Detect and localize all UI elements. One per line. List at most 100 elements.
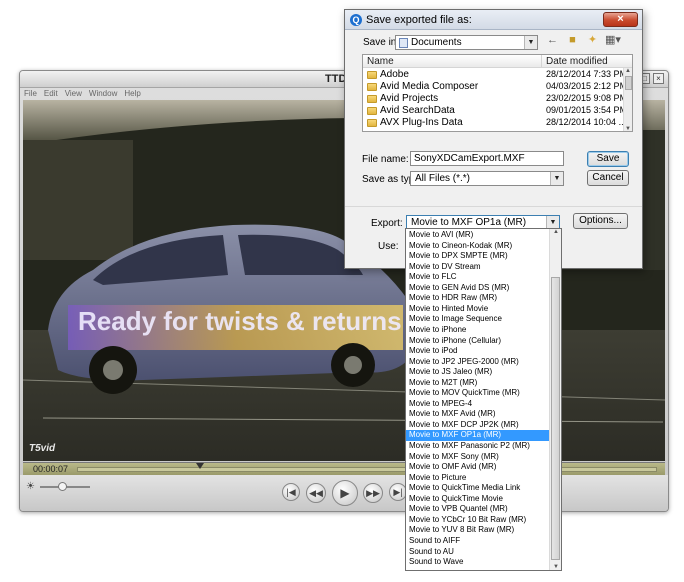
export-option[interactable]: Movie to Image Sequence <box>406 314 549 325</box>
save-in-select[interactable]: Documents ▼ <box>395 35 538 50</box>
save-as-type-select[interactable]: All Files (*.*) ▼ <box>410 171 564 186</box>
player-menubar: File Edit View Window Help <box>24 89 141 100</box>
options-button[interactable]: Options... <box>573 213 628 229</box>
export-option[interactable]: Movie to FLC <box>406 272 549 283</box>
export-option[interactable]: Movie to VPB Quantel (MR) <box>406 504 549 515</box>
export-option[interactable]: Movie to iPod <box>406 346 549 357</box>
file-date: 04/03/2015 2:12 PM <box>546 81 628 91</box>
export-option[interactable]: Movie to MXF Sony (MR) <box>406 452 549 463</box>
dialog-titlebar[interactable]: Q Save exported file as: × <box>345 10 642 30</box>
file-name-input[interactable]: SonyXDCamExport.MXF <box>410 151 564 166</box>
export-option[interactable]: Movie to JS Jaleo (MR) <box>406 367 549 378</box>
file-name: Avid Projects <box>380 93 439 104</box>
export-option[interactable]: Movie to MXF OP1a (MR) <box>406 430 549 441</box>
export-option[interactable]: Movie to iPhone (Cellular) <box>406 336 549 347</box>
folder-icon <box>367 107 377 115</box>
volume-knob[interactable] <box>58 482 67 491</box>
export-option[interactable]: Movie to iPhone <box>406 325 549 336</box>
menu-help[interactable]: Help <box>124 89 140 100</box>
file-name: AVX Plug-Ins Data <box>380 117 463 128</box>
list-item[interactable]: Adobe 28/12/2014 7:33 PM <box>363 69 628 81</box>
scroll-down-icon[interactable]: ▼ <box>625 126 631 131</box>
export-option[interactable]: Movie to GEN Avid DS (MR) <box>406 283 549 294</box>
column-name[interactable]: Name <box>367 56 394 67</box>
export-option[interactable]: Movie to OMF Avid (MR) <box>406 462 549 473</box>
export-option[interactable]: Movie to YUV 8 Bit Raw (MR) <box>406 525 549 536</box>
export-option[interactable]: Movie to DV Stream <box>406 262 549 273</box>
video-ad-text: Ready for twists & returns <box>78 306 402 336</box>
go-to-start-icon[interactable]: |◀ <box>282 483 300 501</box>
export-option[interactable]: Movie to MXF Panasonic P2 (MR) <box>406 441 549 452</box>
column-date[interactable]: Date modified <box>546 56 608 67</box>
list-header: Name Date modified <box>363 55 632 68</box>
new-folder-icon[interactable]: ✦ <box>585 34 600 47</box>
timecode-display: 00:00:07 <box>33 464 69 474</box>
file-name: Adobe <box>380 69 409 80</box>
folder-icon <box>367 95 377 103</box>
menu-file[interactable]: File <box>24 89 37 100</box>
file-date: 09/01/2015 3:54 PM <box>546 105 628 115</box>
menu-edit[interactable]: Edit <box>44 89 58 100</box>
export-option[interactable]: Movie to Hinted Movie <box>406 304 549 315</box>
list-item[interactable]: AVX Plug-Ins Data 28/12/2014 10:04 ... <box>363 117 626 129</box>
export-option[interactable]: Movie to DPX SMPTE (MR) <box>406 251 549 262</box>
export-option[interactable]: Movie to M2T (MR) <box>406 378 549 389</box>
export-dropdown-list[interactable]: Movie to AVI (MR) Movie to Cineon-Kodak (… <box>405 228 562 571</box>
play-icon[interactable]: ▶ <box>332 480 358 506</box>
chevron-down-icon[interactable]: ▼ <box>550 172 563 185</box>
save-button[interactable]: Save <box>587 151 629 167</box>
up-folder-icon[interactable]: ■ <box>565 34 580 47</box>
scroll-thumb[interactable] <box>551 277 560 560</box>
menu-view[interactable]: View <box>65 89 82 100</box>
dialog-title: Save exported file as: <box>366 14 472 26</box>
export-label: Export: <box>371 218 403 229</box>
file-date: 28/12/2014 7:33 PM <box>546 69 628 79</box>
chevron-down-icon[interactable]: ▼ <box>524 36 537 49</box>
export-option[interactable]: Movie to QuickTime Movie <box>406 494 549 505</box>
quicktime-icon: Q <box>350 14 362 26</box>
export-option[interactable]: Movie to HDR Raw (MR) <box>406 293 549 304</box>
documents-icon <box>399 38 408 48</box>
export-option[interactable]: Movie to Cineon-Kodak (MR) <box>406 241 549 252</box>
export-option[interactable]: Movie to MXF DCP JP2K (MR) <box>406 420 549 431</box>
rewind-icon[interactable]: ◀◀ <box>306 483 326 503</box>
file-name: Avid SearchData <box>380 105 455 116</box>
export-option[interactable]: Sound to AU <box>406 547 549 558</box>
volume-icon[interactable]: ☀ <box>26 481 35 492</box>
list-item[interactable]: Avid Projects 23/02/2015 9:08 PM <box>363 93 627 105</box>
export-option[interactable]: Movie to JP2 JPEG-2000 (MR) <box>406 357 549 368</box>
scroll-thumb[interactable] <box>625 76 632 90</box>
file-list-scrollbar[interactable]: ▲ ▼ <box>623 68 632 131</box>
list-item[interactable]: Avid SearchData 09/01/2015 3:54 PM <box>363 105 628 117</box>
back-arrow-icon[interactable]: ← <box>545 34 560 47</box>
view-menu-icon[interactable]: ▦▾ <box>605 34 621 47</box>
export-value: Movie to MXF OP1a (MR) <box>411 217 527 228</box>
fast-forward-icon[interactable]: ▶▶ <box>363 483 383 503</box>
export-option[interactable]: Movie to Picture <box>406 473 549 484</box>
menu-window[interactable]: Window <box>89 89 117 100</box>
close-button[interactable]: × <box>603 12 638 27</box>
file-name: Avid Media Composer <box>380 81 479 92</box>
export-option[interactable]: Movie to AVI (MR) <box>406 230 549 241</box>
export-option[interactable]: Movie to MOV QuickTime (MR) <box>406 388 549 399</box>
video-logo: T5vid <box>29 443 56 454</box>
export-option[interactable]: Sound to Wave <box>406 557 549 568</box>
scroll-up-icon[interactable]: ▲ <box>625 68 631 74</box>
export-option[interactable]: Movie to YCbCr 10 Bit Raw (MR) <box>406 515 549 526</box>
close-icon[interactable]: × <box>653 73 664 84</box>
scroll-down-icon[interactable]: ▼ <box>553 564 559 570</box>
dialog-toolbar: ← ■ ✦ ▦▾ <box>545 34 621 47</box>
export-option[interactable]: Movie to QuickTime Media Link <box>406 483 549 494</box>
column-divider[interactable] <box>541 55 542 68</box>
timeline-track[interactable] <box>77 463 657 472</box>
export-option[interactable]: Sound to AIFF <box>406 536 549 547</box>
list-item[interactable]: Avid Media Composer 04/03/2015 2:12 PM <box>363 81 628 93</box>
file-list[interactable]: Name Date modified Adobe 28/12/2014 7:33… <box>362 54 633 132</box>
export-option[interactable]: Movie to MXF Avid (MR) <box>406 409 549 420</box>
export-option[interactable]: Movie to MPEG-4 <box>406 399 549 410</box>
scroll-up-icon[interactable]: ▲ <box>553 229 559 235</box>
export-list-scrollbar[interactable]: ▲ ▼ <box>549 229 561 570</box>
use-label: Use: <box>378 241 399 252</box>
cancel-button[interactable]: Cancel <box>587 170 629 186</box>
playhead-icon[interactable] <box>196 463 204 469</box>
